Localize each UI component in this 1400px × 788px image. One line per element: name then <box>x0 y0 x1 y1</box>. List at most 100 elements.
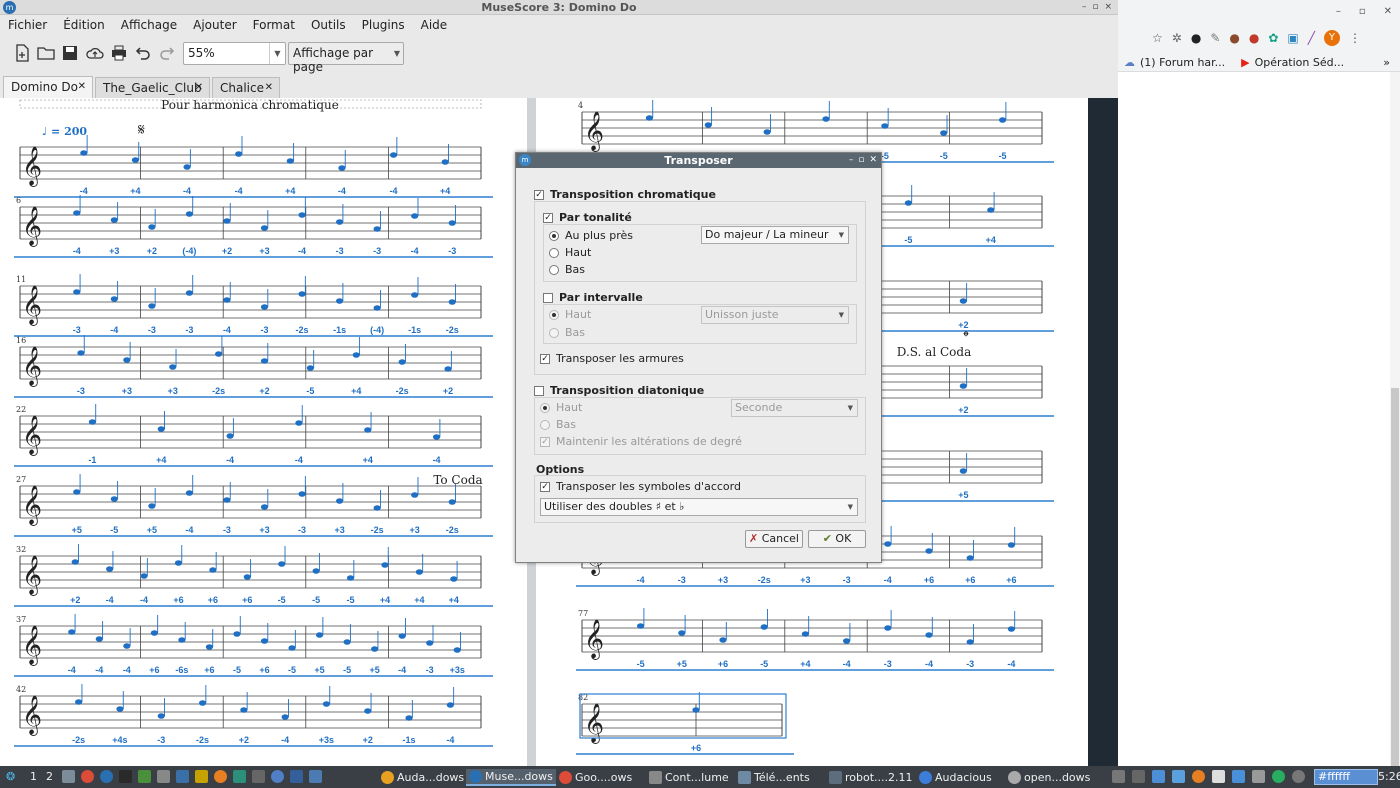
task-musescore[interactable]: Muse...dows <box>466 769 556 786</box>
file-manager-icon[interactable] <box>62 770 75 783</box>
radio-dot[interactable] <box>540 402 550 413</box>
diatonic-checkbox[interactable]: Transposition diatonique <box>534 384 704 397</box>
close-tab-icon[interactable]: ✕ <box>265 78 273 98</box>
task-volume[interactable]: Cont...lume <box>646 769 732 786</box>
close-button[interactable]: × <box>1104 0 1112 15</box>
radio-dot[interactable] <box>549 230 559 241</box>
radio-dot[interactable] <box>549 309 559 320</box>
scrollbar-thumb[interactable] <box>1391 388 1399 768</box>
chromatic-checkbox[interactable]: ✓ Transposition chromatique <box>534 188 716 201</box>
radio-dot[interactable] <box>540 419 550 430</box>
menu-format[interactable]: Format <box>245 16 303 34</box>
vlc-icon[interactable] <box>214 770 227 783</box>
workspace-1[interactable]: 1 <box>30 770 37 783</box>
radio-dot[interactable] <box>549 247 559 258</box>
task-robot[interactable]: robot....2.11 <box>826 769 916 786</box>
network-icon[interactable] <box>271 770 284 783</box>
checkbox-box[interactable]: ✓ <box>540 353 550 364</box>
interval-radio-down[interactable]: Bas <box>549 326 585 339</box>
menu-ajouter[interactable]: Ajouter <box>185 16 245 34</box>
minimize-button[interactable]: – <box>1082 0 1087 15</box>
network-tray-icon[interactable] <box>1152 770 1165 783</box>
interval-select[interactable]: Unisson juste ▼ <box>701 306 849 324</box>
accidentals-select[interactable]: Utiliser des doubles ♯ et ♭ ▼ <box>540 498 858 516</box>
minimize-icon[interactable]: – <box>1336 6 1341 17</box>
transpose-keysigs-checkbox[interactable]: ✓ Transposer les armures <box>540 352 684 365</box>
menu-dots-icon[interactable]: ⋮ <box>1349 31 1361 45</box>
task-audacity[interactable]: Auda...dows <box>378 769 467 786</box>
checkbox-box[interactable]: ✓ <box>534 189 544 200</box>
close-tab-icon[interactable]: ✕ <box>195 78 203 98</box>
radio-down[interactable]: Bas <box>549 263 585 276</box>
tab-gaelic-club[interactable]: The_Gaelic_Club ✕ <box>95 77 210 98</box>
by-key-checkbox[interactable]: ✓ Par tonalité <box>543 211 632 224</box>
status-tray-icon[interactable] <box>1272 770 1285 783</box>
settings-icon[interactable] <box>252 770 265 783</box>
extension-dark-icon[interactable]: ● <box>1191 31 1201 45</box>
task-openshot[interactable]: open...dows <box>1005 769 1093 786</box>
redo-icon[interactable] <box>157 43 177 63</box>
close-icon[interactable]: ✕ <box>1384 6 1392 17</box>
zoom-combo[interactable]: 55% ▼ <box>183 42 286 65</box>
sound-icon[interactable] <box>233 770 246 783</box>
terminal-icon[interactable] <box>119 770 132 783</box>
menu-edition[interactable]: Édition <box>55 16 113 34</box>
window-titlebar[interactable]: m MuseScore 3: Domino Do – ▫ × <box>0 0 1118 15</box>
checkbox-box[interactable]: ✓ <box>543 212 553 223</box>
tab-domino-do[interactable]: Domino Do ✕ <box>3 76 93 98</box>
bluetooth-tray-icon[interactable] <box>1132 770 1145 783</box>
by-interval-checkbox[interactable]: Par intervalle <box>543 291 643 304</box>
view-mode-combo[interactable]: Affichage par page ▼ <box>288 42 404 74</box>
minimize-icon[interactable]: – <box>849 153 854 168</box>
menu-plugins[interactable]: Plugins <box>354 16 413 34</box>
power-tray-icon[interactable] <box>1192 770 1205 783</box>
key-select[interactable]: Do majeur / La mineur ▼ <box>701 226 849 244</box>
menu-fichier[interactable]: Fichier <box>0 16 55 34</box>
open-folder-icon[interactable] <box>36 43 56 63</box>
browser-launcher-icon[interactable] <box>290 770 303 783</box>
score-page-left[interactable]: Pour harmonica chromatique ♩ = 200 𝄋 𝄞 -4 +4 -… <box>0 98 527 766</box>
spreadsheet-icon[interactable] <box>138 770 151 783</box>
task-chrome[interactable]: Goo....ows <box>556 769 635 786</box>
bookmarks-more[interactable]: » <box>1383 56 1390 69</box>
maximize-icon[interactable]: ▫ <box>858 153 864 168</box>
interval-radio-up[interactable]: Haut <box>549 308 591 321</box>
tab-chalice[interactable]: Chalice ✕ <box>212 77 280 98</box>
close-tab-icon[interactable]: ✕ <box>78 77 86 97</box>
bookmark-star-icon[interactable]: ☆ <box>1152 31 1163 45</box>
checkbox-box[interactable] <box>534 385 544 396</box>
extension-gear-icon[interactable]: ✲ <box>1172 31 1182 45</box>
restore-icon[interactable]: ▫ <box>1359 6 1366 17</box>
monitor-icon[interactable] <box>309 770 322 783</box>
diatonic-radio-down[interactable]: Bas <box>540 418 576 431</box>
new-file-icon[interactable] <box>12 43 32 63</box>
extension-purple-icon[interactable]: ╱ <box>1308 31 1315 45</box>
browser-scrollbar[interactable] <box>1390 72 1400 768</box>
menu-affichage[interactable]: Affichage <box>113 16 185 34</box>
task-downloads[interactable]: Télé...ents <box>735 769 813 786</box>
chrome-launcher-icon[interactable] <box>81 770 94 783</box>
print-icon[interactable] <box>109 43 129 63</box>
radio-dot[interactable] <box>549 327 559 338</box>
maximize-button[interactable]: ▫ <box>1092 0 1098 15</box>
cancel-button[interactable]: ✗ Cancel <box>745 530 803 548</box>
extension-teal-icon[interactable]: ✿ <box>1268 31 1278 45</box>
workspace-2[interactable]: 2 <box>46 770 53 783</box>
extension-shield-icon[interactable]: ● <box>1249 31 1259 45</box>
speaker-tray-icon[interactable] <box>1112 770 1125 783</box>
extension-pen-icon[interactable]: ✎ <box>1210 31 1220 45</box>
update-tray-icon[interactable] <box>1252 770 1265 783</box>
chevron-down-icon[interactable]: ▼ <box>269 43 285 64</box>
bookmark-operation[interactable]: Opération Séd... <box>1255 56 1344 69</box>
close-icon[interactable]: ✕ <box>869 153 877 168</box>
save-icon[interactable] <box>60 43 80 63</box>
radio-dot[interactable] <box>549 264 559 275</box>
dialog-titlebar[interactable]: m Transposer – ▫ ✕ <box>516 153 881 168</box>
color-picker-box[interactable]: #ffffff <box>1314 769 1378 785</box>
gear-tray-icon[interactable] <box>1172 770 1185 783</box>
upload-cloud-icon[interactable] <box>85 43 105 63</box>
bookmark-forum[interactable]: (1) Forum har... <box>1140 56 1225 69</box>
calculator-icon[interactable] <box>157 770 170 783</box>
extension-blue-icon[interactable]: ▣ <box>1287 31 1298 45</box>
clipboard-tray-icon[interactable] <box>1212 770 1225 783</box>
